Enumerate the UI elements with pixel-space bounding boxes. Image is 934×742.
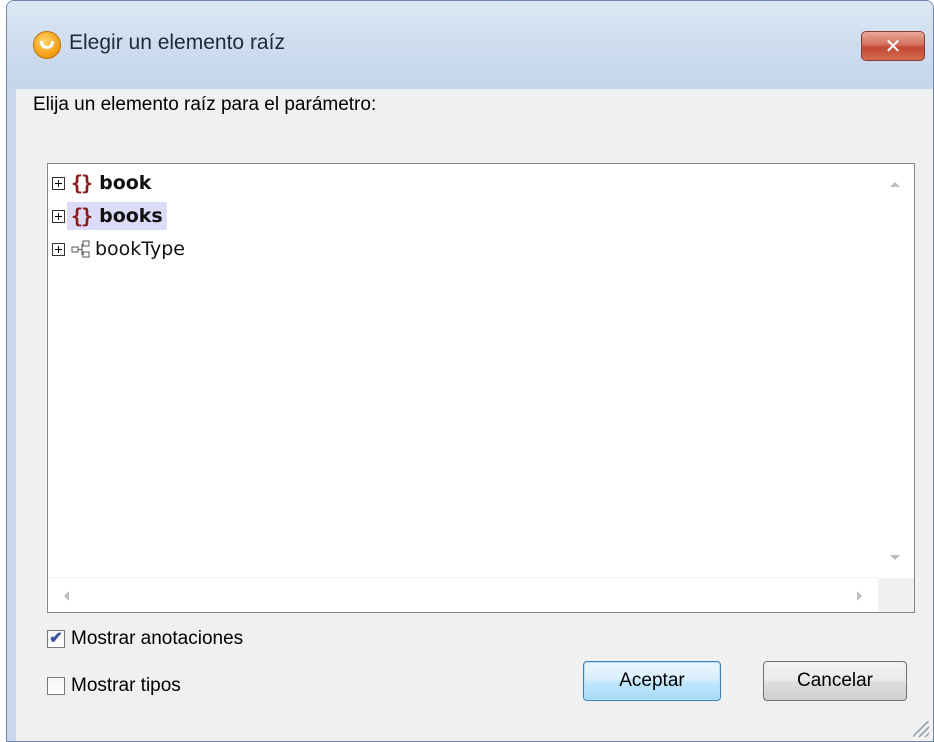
vertical-scrollbar[interactable] [878, 164, 914, 578]
accept-button[interactable]: Aceptar [583, 661, 721, 701]
selection-highlight: {} books [67, 202, 167, 230]
cancel-button[interactable]: Cancelar [763, 661, 907, 701]
window-title: Elegir un elemento raíz [69, 31, 285, 54]
tree-item-label: book [99, 172, 152, 194]
expand-icon[interactable] [52, 209, 65, 223]
show-types-option[interactable]: Mostrar tipos [47, 675, 181, 697]
tree-item-books[interactable]: {} books [52, 201, 167, 231]
show-annotations-checkbox[interactable]: ✔ [47, 630, 65, 648]
complex-type-icon [71, 240, 90, 258]
show-annotations-option[interactable]: ✔ Mostrar anotaciones [47, 628, 243, 650]
expand-icon[interactable] [52, 242, 65, 256]
dialog-window: Elegir un elemento raíz ✕ Elija un eleme… [6, 0, 934, 742]
element-braces-icon: {} [71, 204, 93, 228]
mapforce-app-icon [33, 31, 61, 59]
tree-item-book[interactable]: {} book [52, 168, 151, 198]
resize-grip-icon[interactable] [913, 721, 929, 737]
root-element-tree[interactable]: {} book {} books bookType [47, 163, 915, 613]
show-types-checkbox[interactable] [47, 677, 65, 695]
scroll-up-arrow-icon[interactable] [890, 182, 900, 187]
show-types-label: Mostrar tipos [71, 675, 181, 696]
element-braces-icon: {} [71, 171, 93, 195]
tree-item-booktype[interactable]: bookType [52, 234, 185, 264]
scroll-right-arrow-icon[interactable] [857, 591, 862, 601]
close-button[interactable]: ✕ [861, 31, 925, 61]
scroll-left-arrow-icon[interactable] [64, 591, 69, 601]
horizontal-scrollbar[interactable] [48, 577, 878, 612]
title-bar[interactable]: Elegir un elemento raíz ✕ [7, 1, 933, 89]
scroll-down-arrow-icon[interactable] [890, 555, 900, 560]
scrollbar-corner [878, 578, 914, 612]
prompt-text: Elija un elemento raíz para el parámetro… [33, 94, 377, 115]
tree-item-label: bookType [95, 238, 185, 260]
show-annotations-label: Mostrar anotaciones [71, 628, 244, 649]
expand-icon[interactable] [52, 176, 65, 190]
tree-item-label: books [99, 205, 163, 227]
